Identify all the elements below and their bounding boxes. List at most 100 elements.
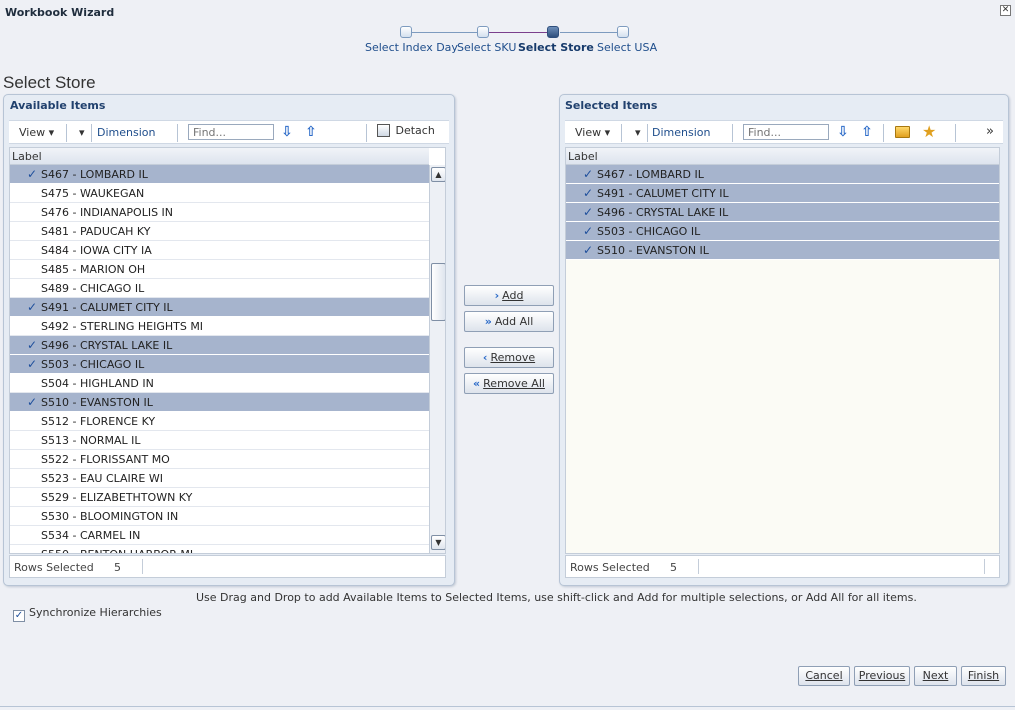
table-row[interactable]: ✓ S496 - CRYSTAL LAKE IL bbox=[566, 203, 999, 222]
train-step-select-usa[interactable]: Select USA bbox=[597, 41, 657, 54]
table-row[interactable]: S512 - FLORENCE KY bbox=[10, 412, 429, 431]
label-column-header[interactable]: Label bbox=[566, 148, 999, 165]
remove-button[interactable]: ‹ Remove bbox=[464, 347, 554, 368]
table-row[interactable]: S489 - CHICAGO IL bbox=[10, 279, 429, 298]
scroll-thumb[interactable] bbox=[431, 263, 445, 321]
finish-button[interactable]: Finish bbox=[961, 666, 1006, 686]
check-icon: ✓ bbox=[583, 224, 594, 238]
table-row[interactable]: ✓ S491 - CALUMET CITY IL bbox=[566, 184, 999, 203]
row-label: S513 - NORMAL IL bbox=[41, 434, 141, 447]
table-row[interactable]: ✓ S503 - CHICAGO IL bbox=[566, 222, 999, 241]
row-label: S492 - STERLING HEIGHTS MI bbox=[41, 320, 204, 333]
status-divider bbox=[984, 559, 985, 574]
rows-selected-label: Rows Selected bbox=[14, 561, 94, 574]
empty-list-area[interactable] bbox=[566, 260, 999, 553]
table-row[interactable]: ✓ S467 - LOMBARD IL bbox=[566, 165, 999, 184]
find-input[interactable] bbox=[743, 124, 829, 140]
row-label: S475 - WAUKEGAN bbox=[41, 187, 145, 200]
table-row[interactable]: S475 - WAUKEGAN bbox=[10, 184, 429, 203]
synchronize-hierarchies-checkbox[interactable]: ✓ Synchronize Hierarchies bbox=[13, 606, 162, 622]
train-step-2-marker[interactable] bbox=[477, 26, 489, 38]
table-row[interactable]: ✓ S510 - EVANSTON IL bbox=[10, 393, 429, 412]
table-row[interactable]: S534 - CARMEL IN bbox=[10, 526, 429, 545]
row-label: S522 - FLORISSANT MO bbox=[41, 453, 170, 466]
table-row[interactable]: S485 - MARION OH bbox=[10, 260, 429, 279]
available-items-table[interactable]: Label ✓ S467 - LOMBARD IL S475 - WAUKEGAN S… bbox=[9, 147, 446, 554]
checkbox-icon[interactable]: ✓ bbox=[13, 610, 25, 622]
train-step-select-store[interactable]: Select Store bbox=[518, 41, 594, 54]
table-row[interactable]: ✓ S496 - CRYSTAL LAKE IL bbox=[10, 336, 429, 355]
vertical-scrollbar[interactable]: ▲ ▼ bbox=[429, 165, 445, 553]
dimension-dropdown-icon[interactable]: ▾ bbox=[79, 126, 85, 139]
row-label: S491 - CALUMET CITY IL bbox=[597, 187, 729, 200]
available-items-panel: Available Items View ▾ ▾ Dimension ⇩ ⇧ D… bbox=[3, 94, 455, 586]
find-input[interactable] bbox=[188, 124, 274, 140]
table-row[interactable]: ✓ S510 - EVANSTON IL bbox=[566, 241, 999, 260]
toolbar-divider bbox=[66, 124, 67, 142]
check-icon: ✓ bbox=[27, 167, 38, 181]
find-previous-icon[interactable]: ⇧ bbox=[303, 124, 319, 142]
table-row[interactable]: S481 - PADUCAH KY bbox=[10, 222, 429, 241]
remove-all-button[interactable]: «Remove All bbox=[464, 373, 554, 394]
close-icon[interactable]: ✕ bbox=[1000, 5, 1011, 16]
title-bar: Workbook Wizard ✕ bbox=[0, 0, 1015, 26]
toolbar-overflow-icon[interactable]: » bbox=[986, 124, 994, 139]
table-row[interactable]: S504 - HIGHLAND IN bbox=[10, 374, 429, 393]
table-row[interactable]: ✓ S503 - CHICAGO IL bbox=[10, 355, 429, 374]
view-menu[interactable]: View ▾ bbox=[19, 126, 54, 139]
table-row[interactable]: S550 - BENTON HARBOR MI bbox=[10, 545, 429, 553]
view-menu[interactable]: View ▾ bbox=[575, 126, 610, 139]
label-column-header[interactable]: Label bbox=[10, 148, 429, 165]
table-row[interactable]: S529 - ELIZABETHTOWN KY bbox=[10, 488, 429, 507]
train-step-select-sku[interactable]: Select SKU bbox=[457, 41, 516, 54]
table-row[interactable]: S523 - EAU CLAIRE WI bbox=[10, 469, 429, 488]
train-step-3-marker[interactable] bbox=[547, 26, 559, 38]
toolbar-divider bbox=[732, 124, 733, 142]
dimension-dropdown-icon[interactable]: ▾ bbox=[635, 126, 641, 139]
check-icon: ✓ bbox=[27, 300, 38, 314]
window-title: Workbook Wizard bbox=[5, 6, 115, 19]
train-step-select-index-day[interactable]: Select Index Day bbox=[365, 41, 458, 54]
view-menu-label: View bbox=[19, 126, 46, 139]
next-button[interactable]: Next bbox=[914, 666, 957, 686]
status-divider bbox=[698, 559, 699, 574]
rows-selected-count: 5 bbox=[114, 561, 121, 574]
add-all-button[interactable]: » Add All bbox=[464, 311, 554, 332]
table-row[interactable]: ✓ S491 - CALUMET CITY IL bbox=[10, 298, 429, 317]
table-row[interactable]: S522 - FLORISSANT MO bbox=[10, 450, 429, 469]
table-row[interactable]: S484 - IOWA CITY IA bbox=[10, 241, 429, 260]
train-step-4-marker[interactable] bbox=[617, 26, 629, 38]
chevron-down-icon: ▾ bbox=[48, 126, 55, 139]
selected-toolbar: View ▾ ▾ Dimension ⇩ ⇧ ★ » bbox=[565, 120, 1003, 144]
scroll-down-icon[interactable]: ▼ bbox=[431, 535, 445, 550]
scroll-up-icon[interactable]: ▲ bbox=[431, 167, 445, 182]
detach-button[interactable]: Detach bbox=[377, 124, 435, 137]
table-row[interactable]: S530 - BLOOMINGTON IN bbox=[10, 507, 429, 526]
row-label: S504 - HIGHLAND IN bbox=[41, 377, 154, 390]
dimension-menu[interactable]: Dimension bbox=[97, 126, 155, 139]
find-previous-icon[interactable]: ⇧ bbox=[859, 124, 875, 142]
previous-button[interactable]: Previous bbox=[854, 666, 910, 686]
train-step-1-marker[interactable] bbox=[400, 26, 412, 38]
dimension-menu[interactable]: Dimension bbox=[652, 126, 710, 139]
cancel-button[interactable]: Cancel bbox=[798, 666, 850, 686]
selected-items-table[interactable]: Label ✓ S467 - LOMBARD IL ✓ S491 - CALUMET … bbox=[565, 147, 1000, 554]
check-icon: ✓ bbox=[27, 338, 38, 352]
available-status-bar: Rows Selected 5 bbox=[9, 555, 446, 578]
table-row[interactable]: S476 - INDIANAPOLIS IN bbox=[10, 203, 429, 222]
detach-icon bbox=[377, 124, 390, 137]
find-next-icon[interactable]: ⇩ bbox=[835, 124, 851, 142]
row-label: S510 - EVANSTON IL bbox=[41, 396, 153, 409]
row-label: S529 - ELIZABETHTOWN KY bbox=[41, 491, 193, 504]
table-row[interactable]: ✓ S467 - LOMBARD IL bbox=[10, 165, 429, 184]
find-next-icon[interactable]: ⇩ bbox=[279, 124, 295, 142]
table-row[interactable]: S492 - STERLING HEIGHTS MI bbox=[10, 317, 429, 336]
folder-open-icon[interactable] bbox=[895, 126, 910, 138]
check-icon: ✓ bbox=[583, 243, 594, 257]
table-row[interactable]: S513 - NORMAL IL bbox=[10, 431, 429, 450]
toolbar-divider bbox=[177, 124, 178, 142]
favorite-star-icon[interactable]: ★ bbox=[922, 122, 936, 141]
double-chevron-left-icon: « bbox=[473, 377, 481, 390]
row-label: S496 - CRYSTAL LAKE IL bbox=[597, 206, 729, 219]
add-button[interactable]: › Add bbox=[464, 285, 554, 306]
